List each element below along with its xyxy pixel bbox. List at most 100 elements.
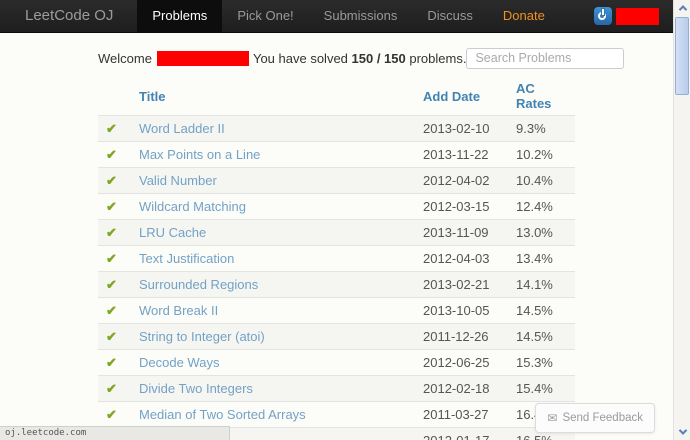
add-date-cell: 2012-06-25: [415, 350, 508, 376]
check-icon: ✔: [106, 355, 117, 370]
problem-link[interactable]: Decode Ways: [139, 355, 219, 370]
problem-row: ✔Max Points on a Line2013-11-2210.2%: [98, 142, 575, 168]
add-date-cell: 2012-04-03: [415, 246, 508, 272]
add-date-cell: 2013-10-05: [415, 298, 508, 324]
solved-cell: ✔: [98, 116, 131, 142]
problem-row: ✔Median of Two Sorted Arrays2011-03-2716…: [98, 402, 575, 428]
problem-row: ✔Valid Number2012-04-0210.4%: [98, 168, 575, 194]
title-cell: Max Points on a Line: [131, 142, 415, 168]
title-cell: Text Justification: [131, 246, 415, 272]
title-cell: Divide Two Integers: [131, 376, 415, 402]
welcome-message: Welcome You have solved 150 / 150 proble…: [98, 51, 466, 66]
title-column-header[interactable]: Title: [131, 77, 415, 116]
problem-link[interactable]: Wildcard Matching: [139, 199, 246, 214]
welcome-suffix: problems.: [409, 51, 466, 66]
solved-cell: ✔: [98, 246, 131, 272]
title-cell: Valid Number: [131, 168, 415, 194]
main-container: Welcome You have solved 150 / 150 proble…: [98, 45, 575, 440]
search-input[interactable]: [466, 48, 624, 69]
solved-count: 150 / 150: [352, 51, 406, 66]
solved-cell: ✔: [98, 402, 131, 428]
nav-item-problems[interactable]: Problems: [137, 0, 222, 32]
ac-rate-cell: 14.5%: [508, 298, 575, 324]
add-date-cell: 2012-01-17: [415, 428, 508, 440]
title-cell: Word Ladder II: [131, 116, 415, 142]
redacted-username-box: [157, 51, 249, 66]
ac-rate-cell: 10.2%: [508, 142, 575, 168]
scroll-down-button[interactable]: [674, 424, 690, 440]
ac-rate-cell: 12.4%: [508, 194, 575, 220]
title-cell: LRU Cache: [131, 220, 415, 246]
nav-item-submissions[interactable]: Submissions: [309, 0, 413, 32]
ac-rates-column-header[interactable]: AC Rates: [508, 77, 575, 116]
navbar-right: [594, 0, 673, 32]
problem-row: ✔ LRU Cache 2013-11-0913.0%: [98, 220, 575, 246]
welcome-prefix: Welcome: [98, 51, 152, 66]
scroll-up-button[interactable]: [674, 0, 690, 16]
ac-rate-cell: 15.3%: [508, 350, 575, 376]
welcome-middle: You have solved: [253, 51, 348, 66]
problem-link[interactable]: Word Break II: [139, 303, 218, 318]
chevron-up-icon: [678, 5, 686, 13]
problem-link[interactable]: Valid Number: [139, 173, 217, 188]
title-cell: Surrounded Regions: [131, 272, 415, 298]
check-icon: ✔: [106, 225, 117, 240]
ac-rate-cell: 15.4%: [508, 376, 575, 402]
add-date-cell: 2011-12-26: [415, 324, 508, 350]
add-date-column-header[interactable]: Add Date: [415, 77, 508, 116]
power-bar-icon: [602, 9, 604, 15]
solved-cell: ✔: [98, 376, 131, 402]
scrollbar-thumb[interactable]: [675, 17, 689, 95]
add-date-cell: 2012-02-18: [415, 376, 508, 402]
ac-rate-cell: 13.0%: [508, 220, 575, 246]
problem-row: ✔ Decode Ways 2012-06-2515.3%: [98, 350, 575, 376]
nav-item-donate[interactable]: Donate: [488, 0, 560, 32]
header-row: Title Add Date AC Rates: [98, 77, 575, 116]
title-cell: Decode Ways: [131, 350, 415, 376]
problem-link[interactable]: Divide Two Integers: [139, 381, 253, 396]
page-content: LeetCode OJ ProblemsPick One!Submissions…: [0, 0, 673, 440]
vertical-scrollbar[interactable]: [673, 0, 690, 440]
check-icon: ✔: [106, 199, 117, 214]
problems-table-header: Title Add Date AC Rates: [98, 77, 575, 116]
problem-link[interactable]: Surrounded Regions: [139, 277, 258, 292]
check-icon: ✔: [106, 329, 117, 344]
check-icon: ✔: [106, 251, 117, 266]
problem-link[interactable]: LRU Cache: [139, 225, 206, 240]
problem-link[interactable]: Word Ladder II: [139, 121, 225, 136]
check-icon: ✔: [106, 303, 117, 318]
ac-rate-cell: 9.3%: [508, 116, 575, 142]
problem-row: ✔ Word Break II 2013-10-0514.5%: [98, 298, 575, 324]
problem-link[interactable]: String to Integer (atoi): [139, 329, 265, 344]
brand-link[interactable]: LeetCode OJ: [0, 0, 137, 32]
problem-row: ✔ Wildcard Matching 2012-03-1512.4%: [98, 194, 575, 220]
solved-cell: ✔: [98, 168, 131, 194]
nav-item-pick-one[interactable]: Pick One!: [222, 0, 308, 32]
check-icon: ✔: [106, 277, 117, 292]
solved-cell: ✔: [98, 350, 131, 376]
problem-row: ✔ Text Justification 2012-04-0313.4%: [98, 246, 575, 272]
solved-cell: ✔: [98, 220, 131, 246]
redacted-username-box: [616, 8, 659, 25]
problem-link[interactable]: Text Justification: [139, 251, 234, 266]
check-icon: ✔: [106, 173, 117, 188]
add-date-cell: 2012-03-15: [415, 194, 508, 220]
send-feedback-label: Send Feedback: [562, 412, 643, 424]
problem-link[interactable]: Median of Two Sorted Arrays: [139, 407, 306, 422]
send-feedback-button[interactable]: ✉ Send Feedback: [535, 403, 655, 433]
nav-item-discuss[interactable]: Discuss: [412, 0, 488, 32]
title-cell: String to Integer (atoi): [131, 324, 415, 350]
add-date-cell: 2012-04-02: [415, 168, 508, 194]
add-date-cell: 2011-03-27: [415, 402, 508, 428]
solved-column-header: [98, 77, 131, 116]
add-date-cell: 2013-02-21: [415, 272, 508, 298]
ac-rate-cell: 13.4%: [508, 246, 575, 272]
top-navbar: LeetCode OJ ProblemsPick One!Submissions…: [0, 0, 673, 33]
add-date-cell: 2013-11-09: [415, 220, 508, 246]
logout-power-icon[interactable]: [594, 7, 612, 25]
solved-cell: ✔: [98, 194, 131, 220]
problem-link[interactable]: Max Points on a Line: [139, 147, 260, 162]
solved-cell: ✔: [98, 298, 131, 324]
browser-status-url: oj.leetcode.com: [0, 426, 230, 440]
problem-row: ✔String to Integer (atoi)2011-12-2614.5%: [98, 324, 575, 350]
